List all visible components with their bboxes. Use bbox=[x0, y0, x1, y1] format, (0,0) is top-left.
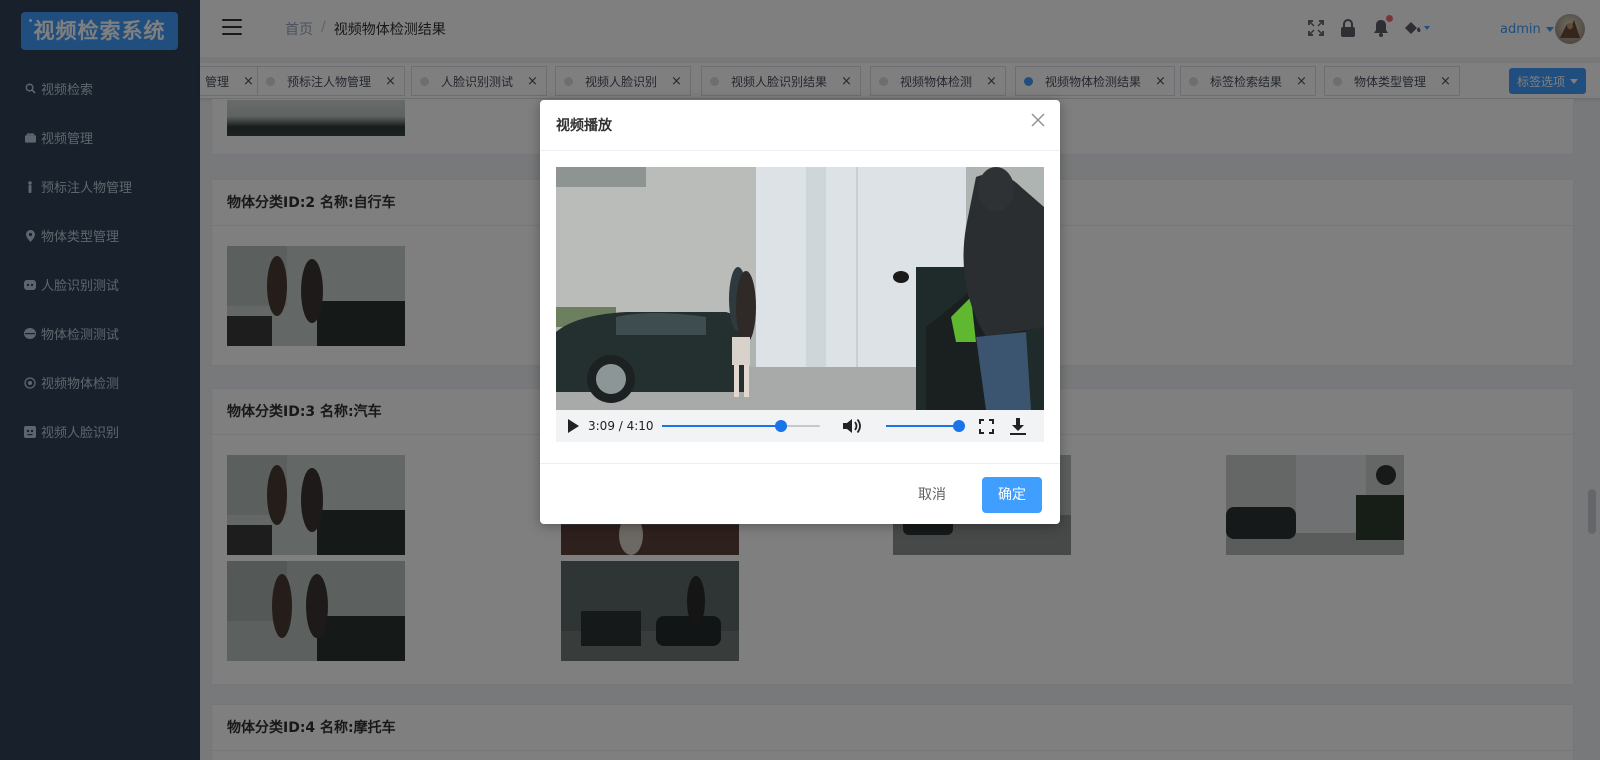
volume-fill bbox=[886, 425, 959, 427]
divider bbox=[540, 463, 1060, 464]
video-time-display: 3:09 / 4:10 bbox=[588, 419, 654, 433]
video-progress-fill bbox=[662, 425, 781, 427]
video-frame bbox=[556, 167, 1044, 410]
volume-knob[interactable] bbox=[953, 420, 965, 432]
video-progress-knob[interactable] bbox=[775, 420, 787, 432]
confirm-button[interactable]: 确定 bbox=[982, 477, 1042, 513]
video-progress-slider[interactable] bbox=[662, 420, 820, 432]
volume-icon[interactable] bbox=[842, 417, 862, 435]
download-icon[interactable] bbox=[1008, 417, 1028, 435]
dialog-title: 视频播放 bbox=[556, 118, 612, 134]
video-player[interactable] bbox=[556, 167, 1044, 410]
video-controls: 3:09 / 4:10 bbox=[556, 410, 1044, 442]
fullscreen-icon[interactable] bbox=[976, 417, 996, 435]
volume-slider[interactable] bbox=[886, 420, 965, 432]
divider bbox=[540, 150, 1060, 151]
video-dialog: 视频播放 3:09 / 4:10 取消 确定 bbox=[540, 100, 1060, 524]
close-icon[interactable] bbox=[1028, 112, 1048, 132]
play-icon[interactable] bbox=[568, 419, 579, 433]
cancel-button[interactable]: 取消 bbox=[908, 477, 956, 513]
